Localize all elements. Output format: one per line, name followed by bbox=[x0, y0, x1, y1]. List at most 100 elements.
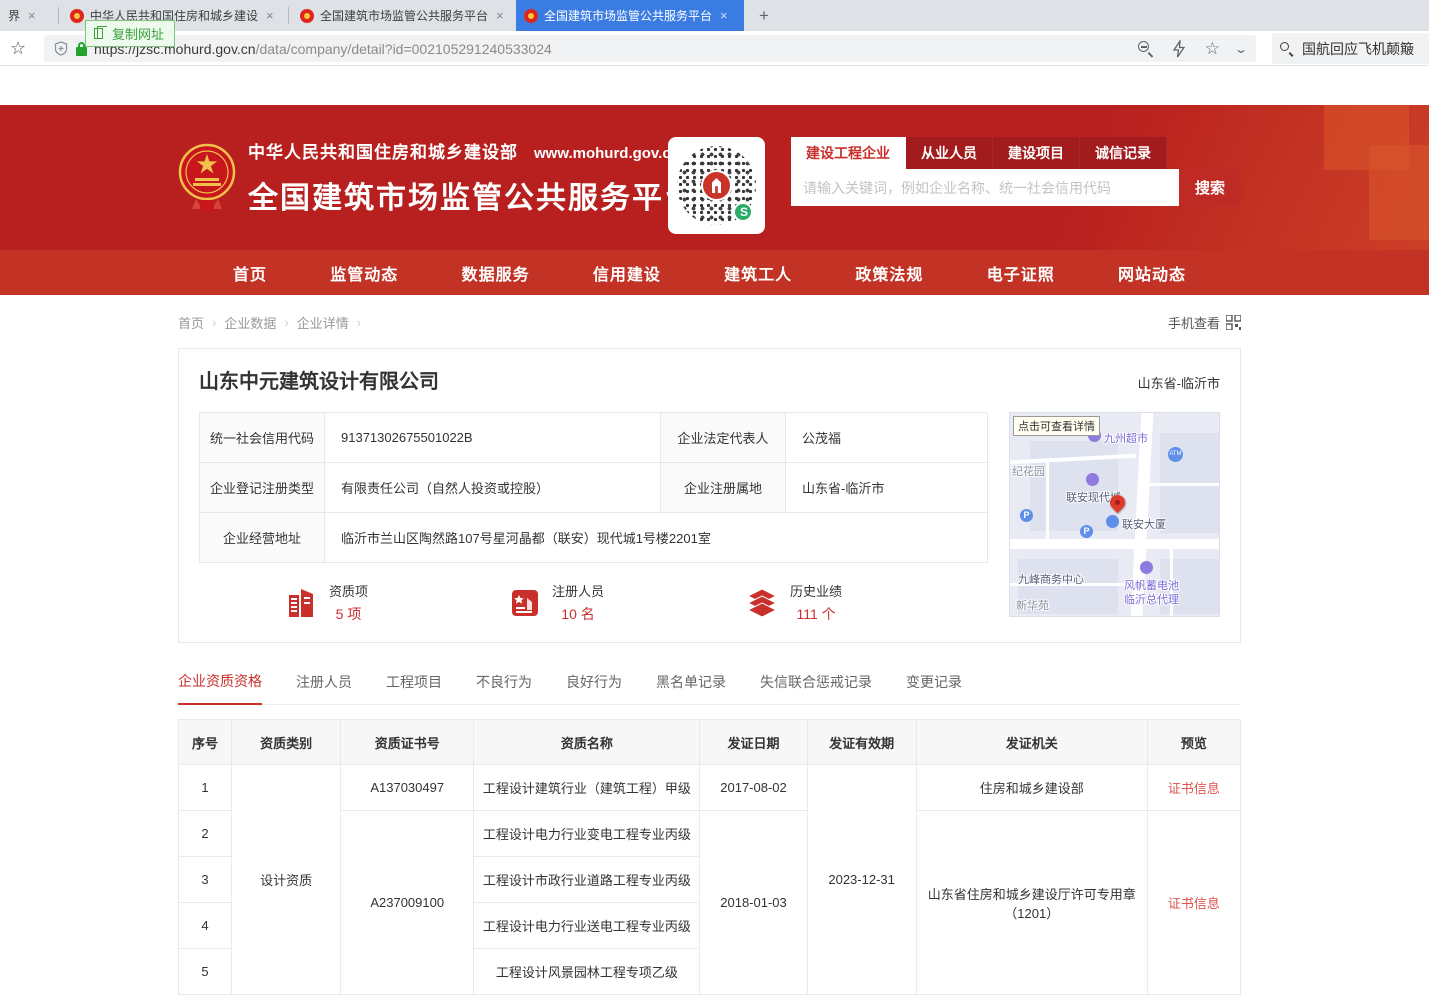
issue-date: 2018-01-03 bbox=[700, 811, 807, 995]
page-top-gap bbox=[0, 66, 1429, 105]
search-tab-project[interactable]: 建设项目 bbox=[993, 137, 1080, 169]
new-tab-button[interactable]: + bbox=[752, 4, 776, 28]
site-header: 中华人民共和国住房和城乡建设部www.mohurd.gov.cn 全国建筑市场监… bbox=[0, 105, 1429, 250]
company-region: 山东省-临沂市 bbox=[1138, 373, 1220, 392]
map-label: 临沂总代理 bbox=[1124, 591, 1179, 607]
bookmark-star-icon[interactable]: ☆ bbox=[10, 38, 30, 58]
tab-projects[interactable]: 工程项目 bbox=[386, 672, 442, 704]
stat-qualifications[interactable]: 资质项 5 项 bbox=[287, 581, 368, 624]
nav-policy[interactable]: 政策法规 bbox=[855, 261, 923, 285]
mobile-view-label[interactable]: 手机查看 bbox=[1168, 313, 1220, 332]
tab-dishonesty-records[interactable]: 失信联合惩戒记录 bbox=[760, 672, 872, 704]
building-icon bbox=[287, 587, 317, 619]
breadcrumb-home[interactable]: 首页 bbox=[178, 313, 204, 332]
complex-poi-icon bbox=[1086, 473, 1099, 486]
stat-value: 5 项 bbox=[336, 604, 362, 624]
close-icon[interactable]: × bbox=[720, 8, 728, 23]
stat-label: 注册人员 bbox=[552, 581, 604, 600]
tab-blacklist[interactable]: 黑名单记录 bbox=[656, 672, 726, 704]
wechat-qr-code bbox=[668, 137, 765, 234]
browser-tab-jzsc-1[interactable]: 全国建筑市场监管公共服务平台 × bbox=[292, 0, 514, 31]
nav-home[interactable]: 首页 bbox=[233, 261, 267, 285]
tab-qualifications[interactable]: 企业资质资格 bbox=[178, 671, 262, 705]
close-icon[interactable]: × bbox=[496, 8, 504, 23]
browser-tab-partial[interactable]: 界 × bbox=[0, 0, 55, 31]
zoom-out-icon[interactable] bbox=[1137, 40, 1155, 58]
search-tab-personnel[interactable]: 从业人员 bbox=[906, 137, 993, 169]
certificate-info-link[interactable]: 证书信息 bbox=[1168, 896, 1220, 911]
close-icon[interactable]: × bbox=[28, 8, 36, 23]
copy-url-tooltip: 复制网址 bbox=[85, 20, 175, 47]
search-tab-credit[interactable]: 诚信记录 bbox=[1080, 137, 1167, 169]
company-stats: 资质项 5 项 注册人员 bbox=[199, 581, 987, 624]
browser-search-box[interactable]: 国航回应飞机颠簸 bbox=[1272, 33, 1429, 64]
copy-url-tooltip-text: 复制网址 bbox=[112, 27, 164, 42]
nav-data-service[interactable]: 数据服务 bbox=[462, 261, 530, 285]
favorite-star-icon[interactable]: ☆ bbox=[1205, 40, 1220, 58]
stat-historical-performance[interactable]: 历史业绩 111 个 bbox=[746, 581, 842, 624]
breadcrumb-sep: › bbox=[212, 315, 216, 330]
search-button[interactable]: 搜索 bbox=[1179, 169, 1241, 206]
map-label: 纪花园 bbox=[1012, 463, 1045, 479]
field-label: 统一社会信用代码 bbox=[200, 413, 325, 463]
search-suggestion-text[interactable]: 国航回应飞机颠簸 bbox=[1302, 39, 1414, 59]
col-header: 资质名称 bbox=[474, 720, 700, 765]
parking-icon: P bbox=[1020, 509, 1033, 522]
lightning-icon[interactable] bbox=[1171, 40, 1189, 58]
row-no: 2 bbox=[179, 811, 232, 857]
stat-value: 10 名 bbox=[561, 604, 594, 624]
breadcrumb-company-data[interactable]: 企业数据 bbox=[224, 313, 276, 332]
breadcrumb-sep: › bbox=[284, 315, 288, 330]
nav-credit[interactable]: 信用建设 bbox=[593, 261, 661, 285]
tab-good-behavior[interactable]: 良好行为 bbox=[566, 672, 622, 704]
stat-registered-personnel[interactable]: 注册人员 10 名 bbox=[510, 581, 604, 624]
stat-label: 历史业绩 bbox=[790, 581, 842, 600]
shield-plus-icon[interactable] bbox=[54, 41, 68, 56]
tab-change-records[interactable]: 变更记录 bbox=[906, 672, 962, 704]
battery-poi-icon bbox=[1140, 561, 1153, 574]
national-emblem-logo bbox=[178, 142, 236, 214]
url-path: /data/company/detail?id=0021052912405330… bbox=[256, 41, 552, 57]
map-label: 联安大厦 bbox=[1122, 516, 1166, 532]
ministry-name: 中华人民共和国住房和城乡建设部 bbox=[248, 143, 518, 162]
keyword-search-input[interactable] bbox=[791, 169, 1179, 206]
copy-icon bbox=[94, 28, 103, 39]
tab-title: 全国建筑市场监管公共服务平台 bbox=[544, 7, 712, 24]
search-tab-enterprise[interactable]: 建设工程企业 bbox=[791, 137, 906, 169]
cert-number: A137030497 bbox=[341, 765, 474, 811]
breadcrumb-company-detail[interactable]: 企业详情 bbox=[297, 313, 349, 332]
col-header: 发证机关 bbox=[916, 720, 1147, 765]
browser-tab-jzsc-active[interactable]: 全国建筑市场监管公共服务平台 × bbox=[516, 0, 744, 31]
location-map[interactable]: 点击可查看详情 九州超市 ATM 纪花园 联安现代城 联安大厦 P P 九峰商务… bbox=[1009, 412, 1220, 617]
col-header: 资质类别 bbox=[232, 720, 341, 765]
nav-supervision[interactable]: 监管动态 bbox=[330, 261, 398, 285]
address-bar[interactable]: https://jzsc.mohurd.gov.cn/data/company/… bbox=[44, 35, 1256, 62]
qr-code-icon[interactable] bbox=[1226, 315, 1241, 330]
table-row: 1 设计资质 A137030497 工程设计建筑行业（建筑工程）甲级 2017-… bbox=[179, 765, 1241, 811]
layers-icon bbox=[746, 587, 778, 619]
detail-tabs: 企业资质资格 注册人员 工程项目 不良行为 良好行为 黑名单记录 失信联合惩戒记… bbox=[178, 671, 1241, 705]
col-header: 序号 bbox=[179, 720, 232, 765]
site-brand[interactable]: 中华人民共和国住房和城乡建设部www.mohurd.gov.cn 全国建筑市场监… bbox=[178, 138, 696, 217]
wechat-icon bbox=[733, 202, 753, 222]
breadcrumb: 首页 › 企业数据 › 企业详情 › 手机查看 bbox=[178, 313, 1241, 332]
chevron-down-icon[interactable]: ⌄ bbox=[1234, 42, 1248, 56]
stat-value: 111 个 bbox=[796, 604, 835, 624]
qualification-name: 工程设计风景园林工程专项乙级 bbox=[474, 949, 700, 995]
map-tooltip: 点击可查看详情 bbox=[1013, 416, 1100, 436]
reg-type-value: 有限责任公司（自然人投资或控股） bbox=[325, 463, 661, 513]
col-header: 资质证书号 bbox=[341, 720, 474, 765]
stat-label: 资质项 bbox=[329, 581, 368, 600]
reg-region-value: 山东省-临沂市 bbox=[786, 463, 988, 513]
tab-bad-behavior[interactable]: 不良行为 bbox=[476, 672, 532, 704]
tab-registered-personnel[interactable]: 注册人员 bbox=[296, 672, 352, 704]
close-icon[interactable]: × bbox=[266, 8, 274, 23]
field-label: 企业法定代表人 bbox=[661, 413, 786, 463]
nav-workers[interactable]: 建筑工人 bbox=[724, 261, 792, 285]
nav-site-news[interactable]: 网站动态 bbox=[1118, 261, 1186, 285]
header-search-module: 建设工程企业 从业人员 建设项目 诚信记录 搜索 bbox=[791, 137, 1241, 206]
nav-e-license[interactable]: 电子证照 bbox=[987, 261, 1055, 285]
certificate-info-link[interactable]: 证书信息 bbox=[1168, 781, 1220, 796]
map-label: 新华苑 bbox=[1016, 597, 1049, 613]
legal-rep-value: 公茂福 bbox=[786, 413, 988, 463]
